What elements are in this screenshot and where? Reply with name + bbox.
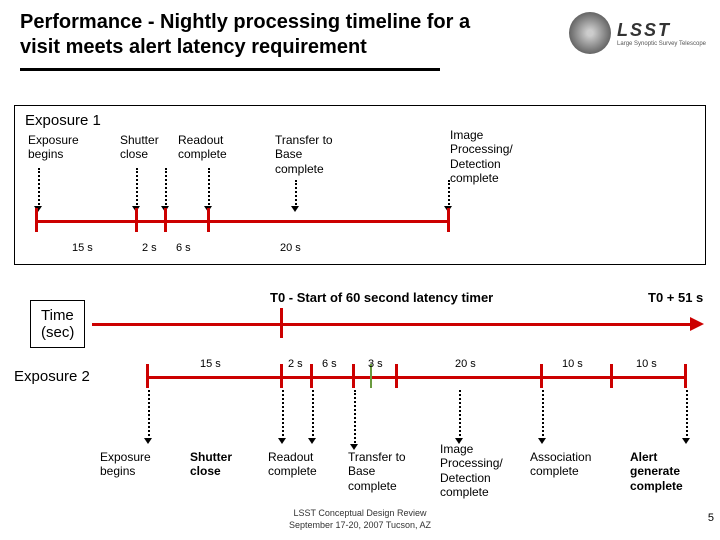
dash-arrow	[459, 390, 461, 440]
exp2-readout-label: Readout complete	[268, 450, 317, 479]
dash-arrow	[136, 168, 138, 208]
tick	[280, 364, 283, 388]
arrowhead-icon	[682, 438, 690, 444]
dash-arrow	[686, 390, 688, 440]
tick	[310, 364, 313, 388]
exp1-image-label: Image Processing/ Detection complete	[450, 128, 513, 186]
arrowhead-icon	[538, 438, 546, 444]
dash-arrow	[542, 390, 544, 440]
exp1-shutter-label: Shutter close	[120, 133, 159, 162]
dash-arrow	[295, 180, 297, 208]
exp2-shutter-label: Shutter close	[190, 450, 232, 479]
logo-text: LSST Large Synoptic Survey Telescope	[617, 20, 706, 47]
exposure-1-label: Exposure 1	[25, 112, 695, 129]
dash-arrow	[282, 390, 284, 440]
exp1-timeline	[35, 220, 450, 223]
exp2-dur2: 2 s	[288, 358, 303, 370]
t0-end-label: T0 + 51 s	[648, 290, 703, 305]
tick	[135, 208, 138, 232]
footer-line1: LSST Conceptual Design Review	[0, 508, 720, 518]
exp2-dur5: 20 s	[455, 358, 476, 370]
tick	[610, 364, 613, 388]
page-number: 5	[708, 512, 714, 524]
arrowhead-icon	[308, 438, 316, 444]
logo-main: LSST	[617, 20, 706, 41]
tick	[395, 364, 398, 388]
exposure-2-label: Exposure 2	[14, 368, 90, 385]
title-underline	[20, 68, 440, 71]
tick	[352, 364, 355, 388]
exp2-transfer-label: Transfer to Base complete	[348, 450, 406, 493]
tick	[164, 208, 167, 232]
exp2-alert-label: Alert generate complete	[630, 450, 683, 493]
exp1-dur4: 20 s	[280, 242, 301, 254]
exp1-transfer-label: Transfer to Base complete	[275, 133, 333, 176]
tick	[35, 208, 38, 232]
dash-arrow	[165, 168, 167, 208]
exp2-dur1: 15 s	[200, 358, 221, 370]
dash-arrow	[148, 390, 150, 440]
dash-arrow	[208, 168, 210, 208]
time-label-box: Time (sec)	[30, 300, 85, 348]
arrowhead-icon	[278, 438, 286, 444]
exp1-readout-label: Readout complete	[178, 133, 227, 162]
logo-sub: Large Synoptic Survey Telescope	[617, 41, 706, 47]
exp2-dur4: 3 s	[368, 358, 383, 370]
exposure-1-box: Exposure 1	[14, 105, 706, 265]
tick	[540, 364, 543, 388]
t0-start-label: T0 - Start of 60 second latency timer	[270, 290, 493, 305]
logo-swirl-icon	[569, 12, 611, 54]
exp2-dur7: 10 s	[636, 358, 657, 370]
main-arrow-icon	[690, 317, 704, 331]
exp2-dur6: 10 s	[562, 358, 583, 370]
exp2-image-label: Image Processing/ Detection complete	[440, 442, 503, 500]
exp2-begins-label: Exposure begins	[100, 450, 151, 479]
main-tick-t0	[280, 308, 283, 338]
exp1-dur1: 15 s	[72, 242, 93, 254]
tick	[146, 364, 149, 388]
exp2-timeline	[146, 376, 686, 379]
page-title: Performance - Nightly processing timelin…	[0, 0, 500, 64]
exp2-assoc-label: Association complete	[530, 450, 591, 479]
exp1-dur3: 6 s	[176, 242, 191, 254]
exp1-dur2: 2 s	[142, 242, 157, 254]
dash-arrow	[312, 390, 314, 440]
dash-arrow	[38, 168, 40, 208]
tick	[447, 208, 450, 232]
tick	[684, 364, 687, 388]
dash-arrow	[354, 390, 356, 446]
exp2-dur3: 6 s	[322, 358, 337, 370]
exp1-begins-label: Exposure begins	[28, 133, 79, 162]
footer-line2: September 17-20, 2007 Tucson, AZ	[0, 520, 720, 530]
main-timeline	[92, 323, 692, 326]
dash-arrow	[448, 180, 450, 208]
arrowhead-icon	[144, 438, 152, 444]
tick	[207, 208, 210, 232]
arrowhead-icon	[291, 206, 299, 212]
logo: LSST Large Synoptic Survey Telescope	[569, 12, 706, 54]
